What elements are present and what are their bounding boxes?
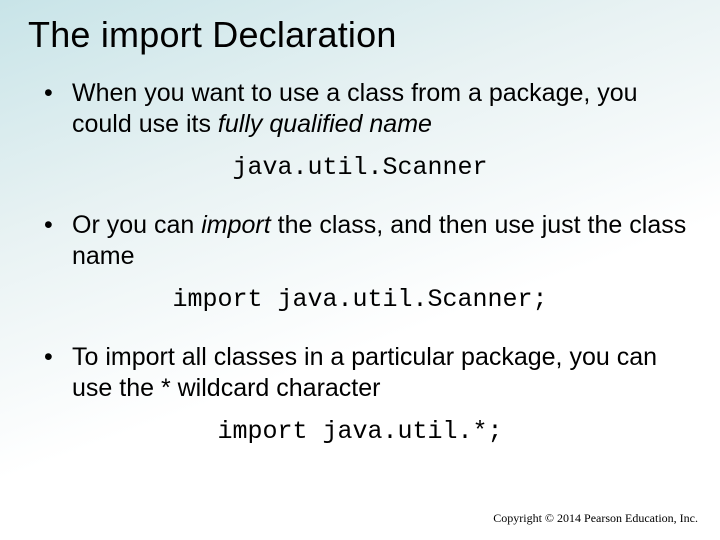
bullet-item-2: Or you can import the class, and then us… bbox=[28, 210, 692, 271]
slide: The import Declaration When you want to … bbox=[0, 0, 720, 540]
bullet-2-italic: import bbox=[201, 211, 270, 239]
code-block-3: import java.util.*; bbox=[28, 417, 692, 446]
bullet-list-2: Or you can import the class, and then us… bbox=[28, 210, 692, 271]
code-block-1: java.util.Scanner bbox=[28, 153, 692, 182]
bullet-2-pre: Or you can bbox=[72, 211, 201, 239]
bullet-list-3: To import all classes in a particular pa… bbox=[28, 342, 692, 403]
bullet-list: When you want to use a class from a pack… bbox=[28, 78, 692, 139]
bullet-1-italic: fully qualified name bbox=[218, 110, 432, 138]
copyright-notice: Copyright © 2014 Pearson Education, Inc. bbox=[493, 511, 698, 526]
bullet-item-3: To import all classes in a particular pa… bbox=[28, 342, 692, 403]
bullet-item-1: When you want to use a class from a pack… bbox=[28, 78, 692, 139]
slide-title: The import Declaration bbox=[28, 14, 692, 56]
code-block-2: import java.util.Scanner; bbox=[28, 285, 692, 314]
bullet-3-text: To import all classes in a particular pa… bbox=[72, 343, 657, 402]
